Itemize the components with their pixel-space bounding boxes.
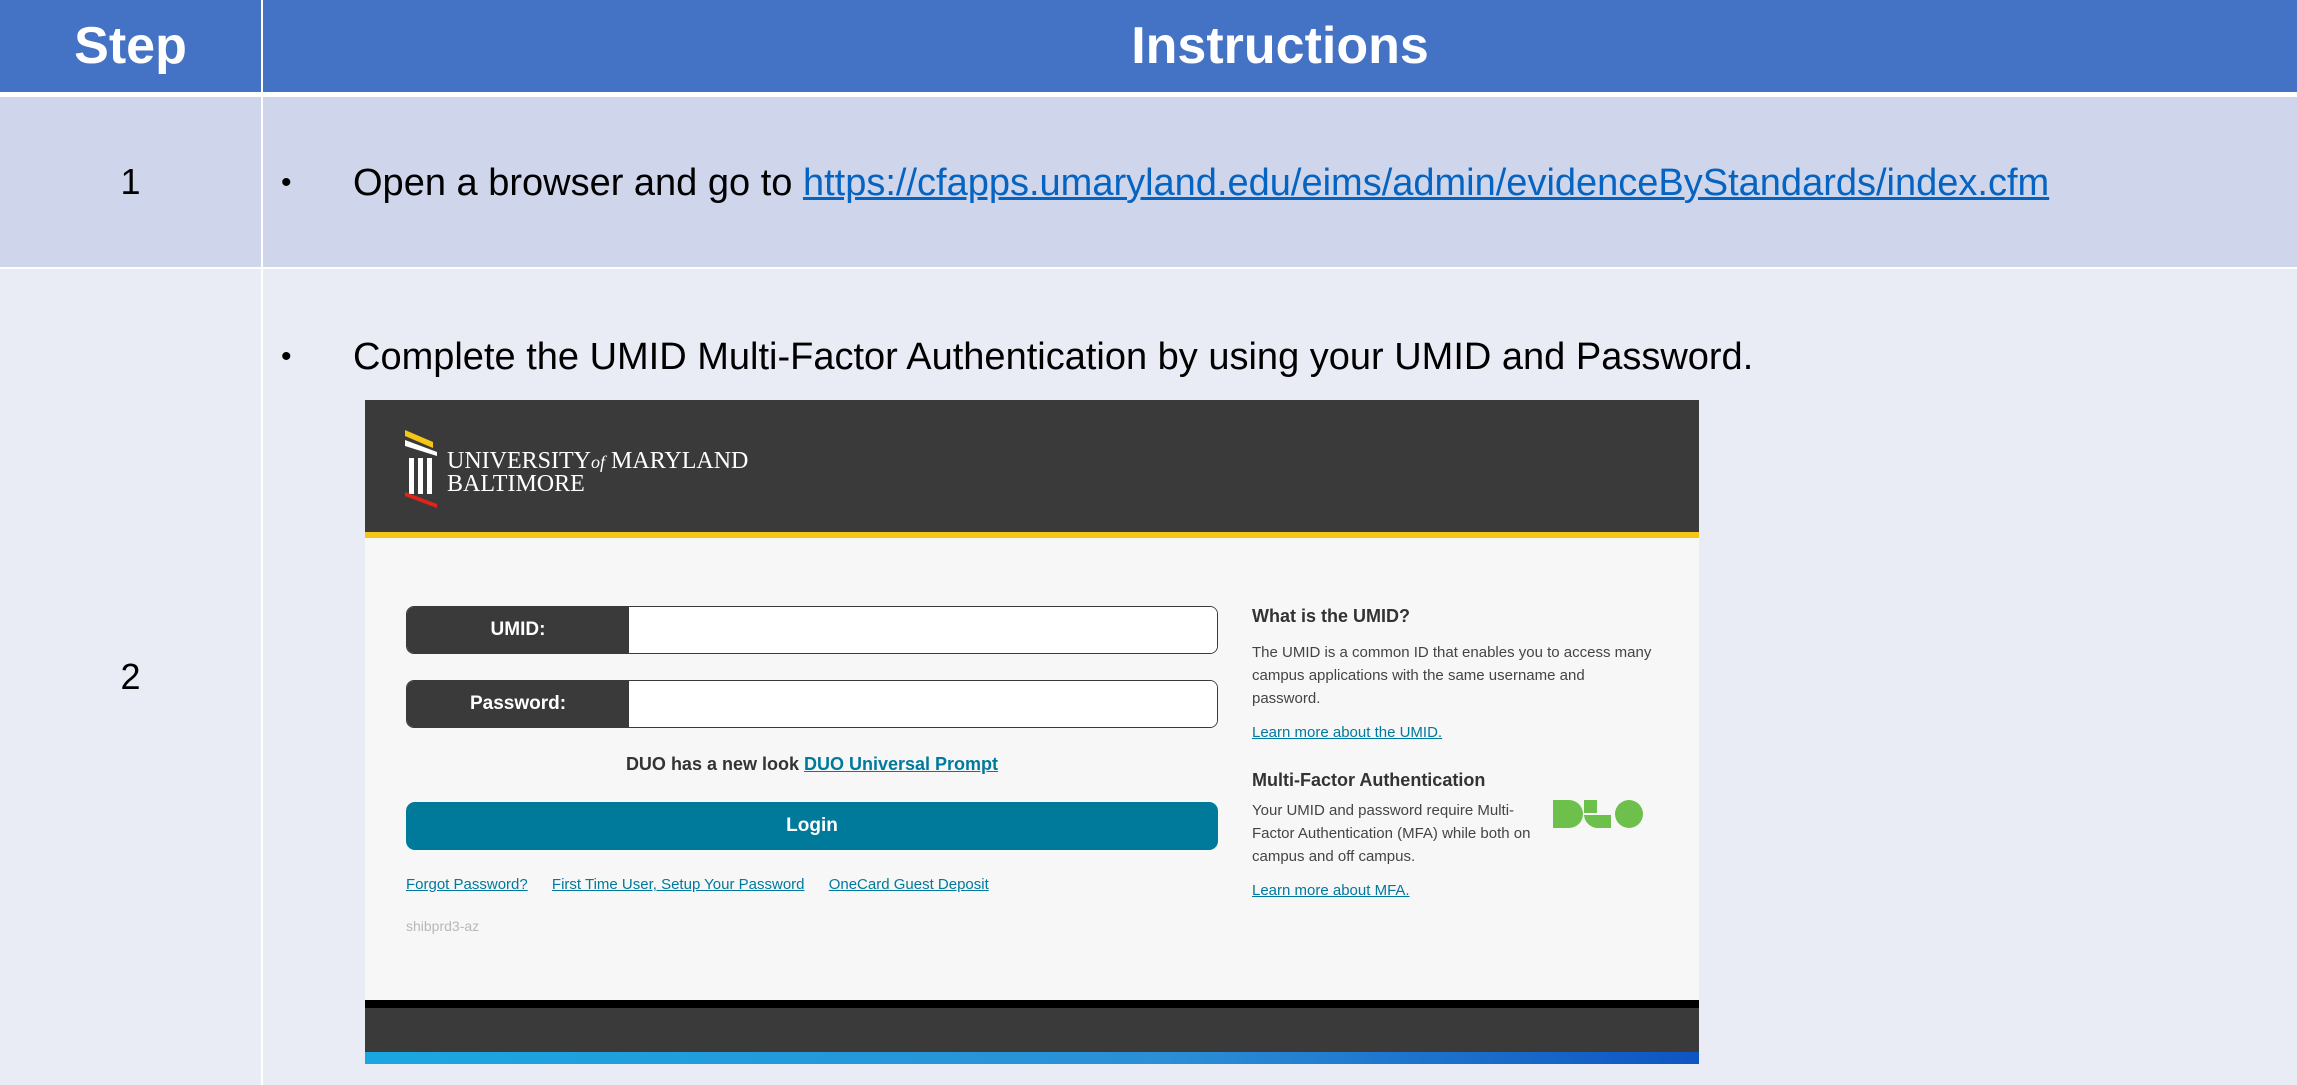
umid-field[interactable]: UMID:	[406, 606, 1218, 654]
forgot-password-link[interactable]: Forgot Password?	[406, 876, 528, 893]
umid-info-text: The UMID is a common ID that enables you…	[1252, 644, 1652, 707]
umb-footer-blue-band	[365, 1052, 1699, 1064]
umb-logo-text: UNIVERSITYof MARYLAND BALTIMORE	[447, 448, 749, 497]
umb-login-screenshot: UNIVERSITYof MARYLAND BALTIMORE UMID: Pa…	[365, 400, 1699, 1064]
password-field[interactable]: Password:	[406, 680, 1218, 728]
password-label: Password:	[407, 681, 629, 727]
umb-logo-icon	[405, 430, 437, 508]
umb-logo-line1: UNIVERSITYof MARYLAND	[447, 448, 749, 474]
password-input[interactable]	[629, 681, 1217, 727]
login-button[interactable]: Login	[406, 802, 1218, 850]
bullet: •	[281, 340, 292, 373]
eims-url-link[interactable]: https://cfapps.umaryland.edu/eims/admin/…	[803, 162, 2049, 204]
step-2-text: Complete the UMID Multi-Factor Authentic…	[353, 335, 1754, 378]
step-2-number: 2	[0, 269, 261, 1085]
bullet: •	[281, 166, 292, 199]
learn-more-mfa-link[interactable]: Learn more about MFA.	[1252, 882, 1410, 899]
first-time-user-link[interactable]: First Time User, Setup Your Password	[552, 876, 805, 893]
duo-notice-text: DUO has a new look	[625, 754, 799, 774]
mfa-info-text: Your UMID and password require Multi-Fac…	[1252, 802, 1531, 865]
server-id: shibprd3-az	[406, 918, 480, 934]
umid-info-heading: What is the UMID?	[1252, 606, 1410, 626]
umid-label: UMID:	[407, 607, 629, 653]
umb-footer-black-band	[365, 1000, 1699, 1008]
umid-input[interactable]	[629, 607, 1217, 653]
mfa-info: Multi-Factor Authentication Your UMID an…	[1252, 770, 1532, 900]
header-step: Step	[0, 0, 261, 92]
step-1-number: 1	[0, 97, 261, 267]
footer-links: Forgot Password? First Time User, Setup …	[406, 876, 1009, 893]
mfa-info-heading: Multi-Factor Authentication	[1252, 770, 1486, 790]
umid-info: What is the UMID? The UMID is a common I…	[1252, 606, 1652, 742]
column-divider	[261, 0, 263, 1085]
onecard-guest-deposit-link[interactable]: OneCard Guest Deposit	[829, 876, 989, 893]
umb-yellow-stripe	[365, 532, 1699, 538]
umb-footer-bar	[365, 1008, 1699, 1052]
step-1-instructions: • Open a browser and go to https://cfapp…	[263, 97, 2297, 267]
step-1-lead: Open a browser and go to	[353, 161, 803, 204]
instructions-table: Step Instructions 1 • Open a browser and…	[0, 0, 2297, 1085]
duo-notice: DUO has a new look DUO Universal Prompt	[406, 754, 1218, 775]
header-instructions: Instructions	[263, 0, 2297, 92]
duo-logo	[1553, 800, 1643, 835]
learn-more-umid-link[interactable]: Learn more about the UMID.	[1252, 724, 1442, 741]
duo-logo-icon	[1553, 800, 1643, 828]
duo-universal-prompt-link[interactable]: DUO Universal Prompt	[804, 754, 998, 774]
umb-logo-line2: BALTIMORE	[447, 471, 585, 497]
step-1-text: Open a browser and go to https://cfapps.…	[353, 162, 2049, 205]
